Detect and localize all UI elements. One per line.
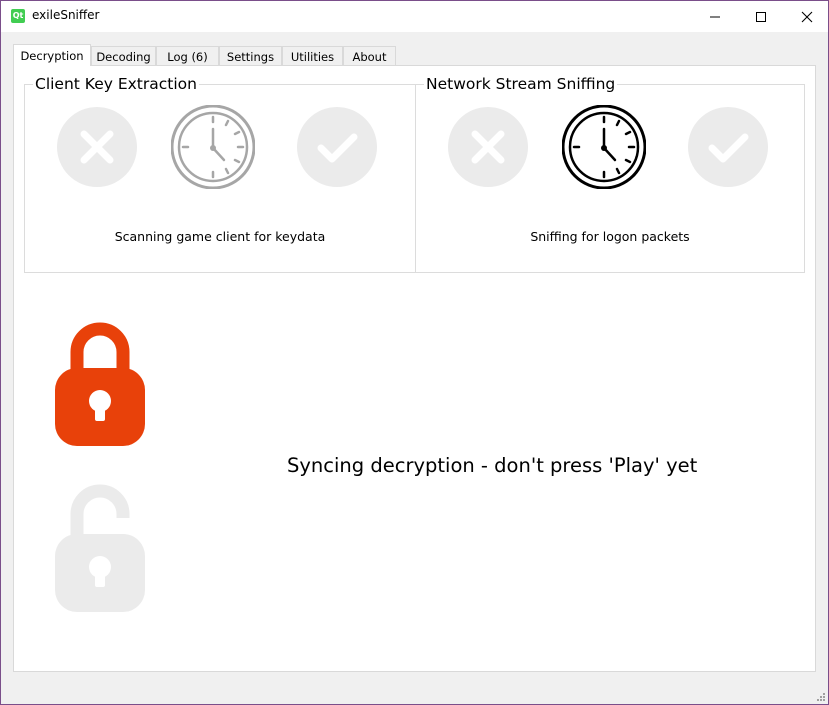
- close-button[interactable]: [784, 1, 829, 32]
- locked-padlock-icon: [55, 322, 145, 446]
- clock-icon: [171, 105, 255, 189]
- failure-x-icon: [448, 107, 528, 187]
- decryption-status-message: Syncing decryption - don't press 'Play' …: [287, 454, 698, 477]
- tab-settings[interactable]: Settings: [219, 46, 282, 66]
- tab-decoding[interactable]: Decoding: [91, 46, 156, 66]
- minimize-icon: [710, 16, 720, 17]
- success-check-icon: [688, 107, 768, 187]
- key-extraction-status: Scanning game client for keydata: [114, 229, 326, 244]
- success-check-icon: [297, 107, 377, 187]
- tab-bar: Decryption Decoding Log (6) Settings Uti…: [13, 44, 396, 66]
- tab-utilities[interactable]: Utilities: [282, 46, 343, 66]
- clock-icon: [562, 105, 646, 189]
- close-icon: [801, 11, 813, 22]
- stream-sniffing-group: Network Stream Sniffing Sniffing for log…: [415, 75, 805, 273]
- qt-app-icon: Qt: [11, 9, 25, 23]
- resize-grip-icon[interactable]: [814, 690, 826, 702]
- decryption-panel: Client Key Extraction Scanning game clie…: [13, 65, 816, 672]
- maximize-icon: [756, 11, 766, 22]
- stream-sniffing-title: Network Stream Sniffing: [424, 75, 618, 93]
- maximize-button[interactable]: [738, 1, 784, 32]
- minimize-button[interactable]: [692, 1, 738, 32]
- failure-x-icon: [57, 107, 137, 187]
- app-window: Qt exileSniffer Decryption Decoding Log …: [0, 0, 829, 705]
- key-extraction-group: Client Key Extraction Scanning game clie…: [24, 75, 416, 273]
- unlocked-padlock-icon: [55, 484, 145, 612]
- stream-sniffing-status: Sniffing for logon packets: [530, 229, 690, 244]
- window-title: exileSniffer: [32, 8, 100, 22]
- title-bar[interactable]: Qt exileSniffer: [1, 1, 828, 32]
- tab-log[interactable]: Log (6): [156, 46, 219, 66]
- tab-decryption[interactable]: Decryption: [13, 44, 91, 66]
- key-extraction-title: Client Key Extraction: [33, 75, 199, 93]
- tab-about[interactable]: About: [343, 46, 396, 66]
